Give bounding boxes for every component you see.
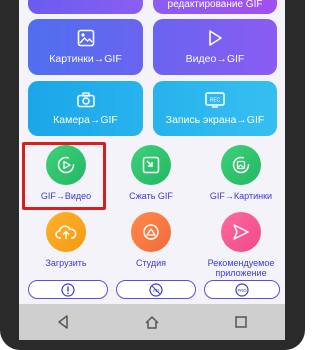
recents-icon[interactable] — [233, 314, 249, 330]
cloud-upload-icon — [55, 225, 77, 239]
tile-top-left[interactable] — [28, 0, 143, 14]
pro-icon: PRO — [235, 282, 249, 297]
tile-images-to-gif[interactable]: Картинки→GIF — [28, 19, 143, 75]
tool-compress-gif[interactable]: Сжать GIF — [107, 145, 195, 201]
tile-screen-record-to-gif-label: Запись экрана→GIF — [165, 113, 265, 126]
play-icon — [209, 30, 222, 46]
image-icon — [77, 29, 94, 47]
info-button[interactable] — [28, 280, 108, 299]
screen-record-icon: REC — [205, 91, 225, 108]
remove-ads-button[interactable]: AD — [116, 280, 196, 299]
recommended-app-icon-bg — [221, 212, 261, 252]
tile-screen-record-to-gif[interactable]: REC Запись экрана→GIF — [153, 81, 277, 136]
tile-edit-gif-label: редактирование GIF — [167, 0, 263, 10]
tile-images-to-gif-label: Картинки→GIF — [49, 53, 122, 65]
tile-video-to-gif[interactable]: Видео→GIF — [153, 19, 277, 75]
tool-recommended-app-label-line2: приложение — [215, 268, 267, 279]
android-nav-bar — [19, 304, 285, 340]
back-icon[interactable] — [55, 314, 71, 330]
info-icon — [61, 282, 75, 297]
gif-to-images-icon-bg — [221, 145, 261, 185]
tool-upload[interactable]: Загрузить — [22, 212, 110, 268]
tile-camera-to-gif-label: Камера→GIF — [53, 113, 118, 126]
tile-edit-gif[interactable]: редактирование GIF — [153, 0, 277, 14]
studio-icon-bg — [131, 212, 171, 252]
pro-icon-text: PRO — [237, 287, 247, 292]
phone-frame: редактирование GIF Картинки→GIF Видео→GI… — [0, 0, 305, 350]
home-icon[interactable] — [144, 314, 160, 330]
compress-icon — [142, 156, 160, 174]
gif-to-images-icon — [232, 156, 250, 174]
tool-recommended-app[interactable]: Рекомендуемое приложение — [197, 212, 285, 279]
pro-button[interactable]: PRO — [204, 280, 280, 299]
tool-upload-label: Загрузить — [45, 258, 87, 268]
svg-text:REC: REC — [210, 97, 221, 103]
studio-icon — [143, 224, 159, 240]
tool-studio[interactable]: Студия — [107, 212, 195, 268]
upload-icon-bg — [46, 212, 86, 252]
send-icon — [233, 224, 249, 240]
tool-recommended-app-label-line1: Рекомендуемое — [207, 258, 275, 268]
highlight-box — [22, 142, 106, 210]
tool-gif-to-images-label: GIF→Картинки — [209, 191, 273, 201]
tool-gif-to-images[interactable]: GIF→Картинки — [197, 145, 285, 201]
tile-camera-to-gif[interactable]: Камера→GIF — [28, 81, 143, 136]
no-ads-icon: AD — [149, 282, 163, 297]
tool-compress-gif-label: Сжать GIF — [129, 191, 173, 201]
camera-icon — [76, 91, 95, 107]
tool-studio-label: Студия — [135, 258, 167, 268]
app-screen: редактирование GIF Картинки→GIF Видео→GI… — [19, 0, 285, 304]
compress-icon-bg — [131, 145, 171, 185]
tool-recommended-app-label: Рекомендуемое приложение — [208, 258, 275, 279]
tile-video-to-gif-label: Видео→GIF — [185, 53, 245, 65]
